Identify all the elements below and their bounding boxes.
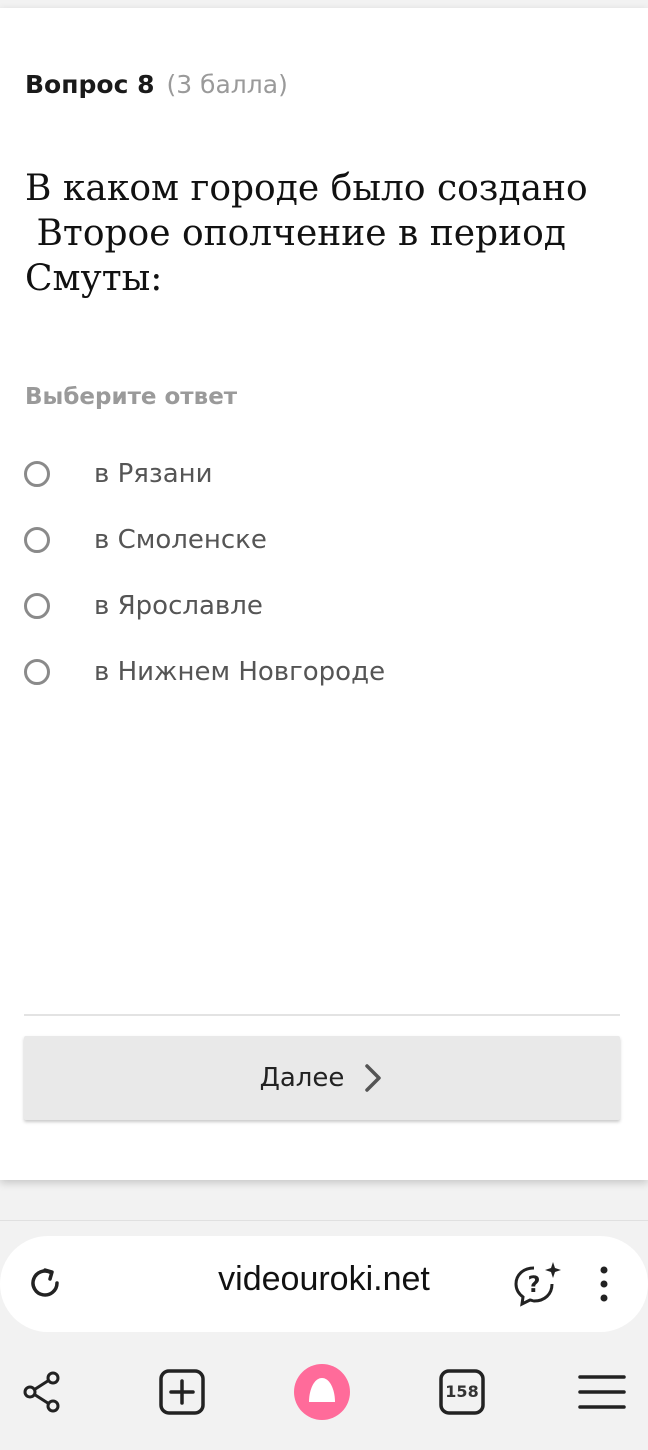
alice-icon [294,1364,350,1420]
share-icon [23,1371,60,1413]
tabs-count: 158 [445,1382,479,1401]
answer-option-1[interactable]: в Рязани [24,454,624,494]
answer-option-4[interactable]: в Нижнем Новгороде [24,652,624,692]
browser-bottom-nav: 158 [0,1350,648,1450]
separator [0,1220,648,1221]
answer-option-label: в Рязани [94,459,213,489]
menu-button[interactable] [572,1362,632,1422]
answer-option-2[interactable]: в Смоленске [24,520,624,560]
add-box-icon [159,1369,205,1415]
more-vert-icon[interactable] [592,1264,616,1304]
answer-option-label: в Ярославле [94,591,263,621]
radio-button[interactable] [24,659,50,685]
question-text: В каком городе было создано Второе ополч… [25,168,588,299]
quiz-card: Вопрос 8 (3 балла) В каком городе было с… [0,8,648,1180]
tabs-icon: 158 [439,1369,485,1415]
next-button[interactable]: Далее [24,1036,620,1120]
question-number: Вопрос 8 [25,70,155,99]
next-button-label: Далее [259,1063,345,1093]
divider [24,1014,620,1016]
radio-button[interactable] [24,593,50,619]
browser-address-bar[interactable]: videouroki.net ? [0,1236,648,1332]
share-button[interactable] [12,1362,72,1422]
answer-option-label: в Смоленске [94,525,267,555]
radio-button[interactable] [24,527,50,553]
answer-option-label: в Нижнем Новгороде [94,657,386,687]
question-header: Вопрос 8 (3 балла) [25,70,288,99]
new-tab-button[interactable] [152,1362,212,1422]
radio-button[interactable] [24,461,50,487]
chevron-right-icon [365,1064,382,1092]
svg-text:?: ? [528,1273,541,1298]
assistant-question-icon[interactable]: ? [512,1260,562,1308]
question-points: (3 балла) [166,70,288,99]
tabs-button[interactable]: 158 [432,1362,492,1422]
menu-icon [578,1375,626,1409]
alice-button[interactable] [292,1362,352,1422]
answer-option-3[interactable]: в Ярославле [24,586,624,626]
choose-answer-label: Выберите ответ [25,384,238,410]
